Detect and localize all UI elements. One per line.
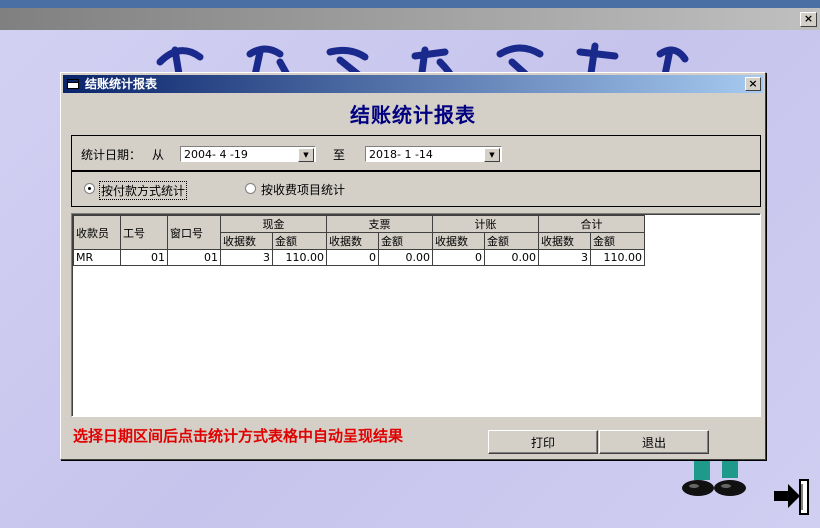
col-header-amount: 金额 (484, 232, 539, 250)
col-header-cashier: 收款员 (73, 215, 121, 250)
col-header-count: 收据数 (326, 232, 379, 250)
col-header-count: 收据数 (432, 232, 485, 250)
from-date-value: 2004- 4 -19 (184, 148, 248, 161)
date-label: 统计日期： (81, 148, 142, 162)
cell-window-no: 01 (167, 249, 221, 266)
col-header-amount: 金额 (272, 232, 327, 250)
radio-by-payment-label[interactable]: 按付款方式统计 (99, 181, 188, 200)
radio-by-payment[interactable] (84, 183, 95, 194)
cell-cashier: MR (73, 249, 121, 266)
hint-text: 选择日期区间后点击统计方式表格中自动呈现结果 (73, 427, 404, 445)
print-button[interactable]: 打印 (488, 430, 598, 454)
stat-type-group: 按付款方式统计 按收费项目统计 (71, 171, 761, 207)
report-table[interactable]: 收款员 工号 窗口号 现金 支票 计账 合计 收据数 金额 收据数 金额 收据数… (71, 213, 761, 417)
to-label: 至 (333, 148, 346, 162)
cell-cash-amount: 110.00 (272, 249, 327, 266)
outer-window-bar (0, 8, 820, 30)
col-group-cash: 现金 (220, 215, 327, 233)
col-group-total: 合计 (538, 215, 645, 233)
to-date-picker[interactable]: 2018- 1 -14 ▼ (365, 146, 502, 162)
col-header-count: 收据数 (538, 232, 591, 250)
cell-total-amount: 110.00 (590, 249, 645, 266)
dialog-titlebar: 结账统计报表 × (63, 75, 763, 93)
cell-credit-count: 0 (432, 249, 485, 266)
from-label: 从 (152, 148, 165, 162)
col-header-amount: 金额 (590, 232, 645, 250)
window-icon (67, 79, 79, 89)
exit-door-icon[interactable] (772, 476, 812, 516)
chevron-down-icon[interactable]: ▼ (298, 148, 314, 162)
col-group-check: 支票 (326, 215, 433, 233)
table-row[interactable]: MR 01 01 3 110.00 0 0.00 0 0.00 3 110.00 (73, 249, 645, 266)
cell-cash-count: 3 (220, 249, 273, 266)
col-header-staff-no: 工号 (120, 215, 168, 250)
radio-by-item-label[interactable]: 按收费项目统计 (261, 181, 345, 198)
outer-close-button[interactable]: × (800, 12, 817, 27)
cell-check-amount: 0.00 (378, 249, 433, 266)
dialog-title: 结账统计报表 (85, 77, 158, 91)
chevron-down-icon[interactable]: ▼ (484, 148, 500, 162)
report-dialog: 结账统计报表 × 结账统计报表 统计日期： 从 2004- 4 -19 ▼ 至 … (60, 72, 766, 460)
to-date-value: 2018- 1 -14 (369, 148, 433, 161)
exit-button[interactable]: 退出 (599, 430, 709, 454)
date-range-group: 统计日期： 从 2004- 4 -19 ▼ 至 2018- 1 -14 ▼ (71, 135, 761, 171)
col-header-count: 收据数 (220, 232, 273, 250)
table-header-row: 收款员 工号 窗口号 现金 支票 计账 合计 (73, 215, 645, 250)
dialog-close-button[interactable]: × (745, 77, 761, 91)
cell-total-count: 3 (538, 249, 591, 266)
cell-credit-amount: 0.00 (484, 249, 539, 266)
cell-check-count: 0 (326, 249, 379, 266)
from-date-picker[interactable]: 2004- 4 -19 ▼ (180, 146, 316, 162)
col-group-credit: 计账 (432, 215, 539, 233)
col-header-window-no: 窗口号 (167, 215, 221, 250)
report-heading: 结账统计报表 (350, 103, 476, 127)
outer-titlebar-strip (0, 0, 820, 8)
radio-by-item[interactable] (245, 183, 256, 194)
col-header-amount: 金额 (378, 232, 433, 250)
cell-staff-no: 01 (120, 249, 168, 266)
